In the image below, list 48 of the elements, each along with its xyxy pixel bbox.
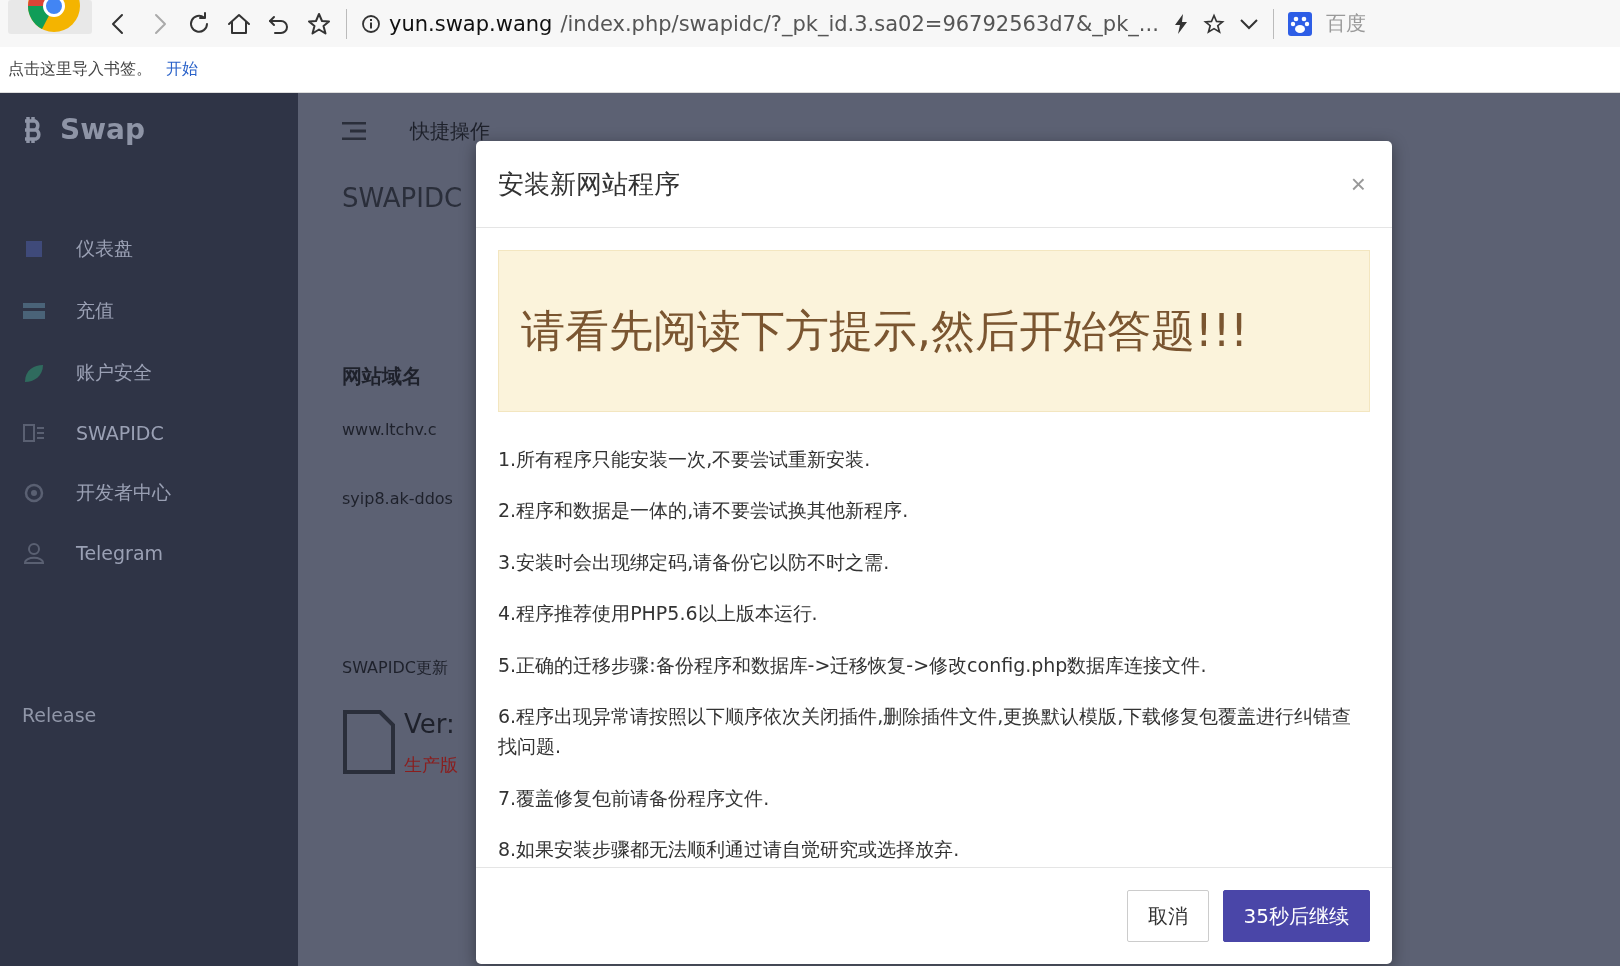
- url-path: /index.php/swapidc/?_pk_id.3.sa02=96792563d7&_pk_...: [560, 11, 1159, 36]
- url-host: yun.swap.wang: [389, 11, 553, 36]
- domain-text: www.ltchv.c: [342, 420, 437, 439]
- page-title: SWAPIDC: [342, 183, 463, 213]
- tip-text: 6.程序出现异常请按照以下顺序依次关闭插件,删除插件文件,更换默认模版,下载修复包覆盖进行纠错查找问题.: [498, 703, 1353, 760]
- brand-name[interactable]: Swap: [60, 113, 145, 146]
- sidebar-item[interactable]: 充值: [22, 298, 298, 324]
- chevron-icon[interactable]: [1238, 16, 1259, 31]
- tip-text: 3.安装时会出现绑定码,请备份它以防不时之需.: [498, 549, 891, 575]
- edition-label: 生产版: [404, 753, 458, 777]
- star-icon[interactable]: [1202, 12, 1225, 35]
- domain-text: syip8.ak-ddos: [342, 489, 453, 508]
- tip-text: 1.所有程序只能安装一次,不要尝试重新安装.: [498, 447, 872, 472]
- person-icon: [22, 542, 46, 564]
- section-heading: SWAPIDC更新: [342, 658, 448, 679]
- sidebar-item[interactable]: Telegram: [22, 542, 298, 564]
- bookmarks-hint: 点击这里导入书签。: [8, 59, 152, 80]
- tip-text: 8.如果安装步骤都无法顺利通过请自觉研究或选择放弃.: [498, 837, 961, 863]
- sidebar-item[interactable]: 仪表盘: [22, 236, 298, 262]
- start-link[interactable]: 开始: [166, 59, 198, 80]
- bitcoin-icon: [22, 114, 44, 145]
- dialog-title: 安装新网站程序: [498, 167, 680, 201]
- card-icon: [22, 300, 46, 322]
- warning-text: 请看先阅读下方提示,然后开始答题!!!: [521, 303, 1248, 358]
- tip-text: 7.覆盖修复包前请备份程序文件.: [498, 785, 771, 811]
- continue-button[interactable]: 35秒后继续: [1222, 890, 1370, 942]
- version-label: Ver:: [404, 709, 456, 739]
- sidebar-item[interactable]: 账户安全: [22, 360, 298, 386]
- quick-actions-menu[interactable]: 快捷操作: [410, 117, 490, 145]
- tip-text: 4.程序推荐使用PHP5.6以上版本运行.: [498, 601, 819, 627]
- info-icon: [361, 13, 381, 34]
- browser-logo-icon[interactable]: [8, 0, 92, 34]
- cancel-button[interactable]: 取消: [1126, 890, 1209, 942]
- star-icon[interactable]: [306, 10, 332, 37]
- release-label: Release: [22, 704, 97, 726]
- tip-text: 2.程序和数据是一体的,请不要尝试换其他新程序.: [498, 498, 910, 524]
- close-button[interactable]: ×: [1346, 168, 1370, 200]
- list-icon: [22, 422, 46, 444]
- section-heading: 网站域名: [342, 363, 422, 390]
- lightning-icon[interactable]: [1172, 12, 1189, 35]
- sidebar-item[interactable]: SWAPIDC: [22, 422, 298, 444]
- leaf-icon: [22, 362, 46, 384]
- tip-text: 5.正确的迁移步骤:备份程序和数据库->迁移恢复->修改config.php数据库连接文件.: [498, 652, 1208, 678]
- sidebar-item[interactable]: 开发者中心: [22, 480, 298, 506]
- address-bar[interactable]: yun.swap.wang /index.php/swapidc/?_pk_id.3.sa02=96792563d7&_pk_...: [361, 11, 1159, 36]
- search-engine-label[interactable]: 百度: [1325, 10, 1366, 37]
- paw-icon[interactable]: [1287, 11, 1312, 36]
- file-icon: [342, 709, 396, 775]
